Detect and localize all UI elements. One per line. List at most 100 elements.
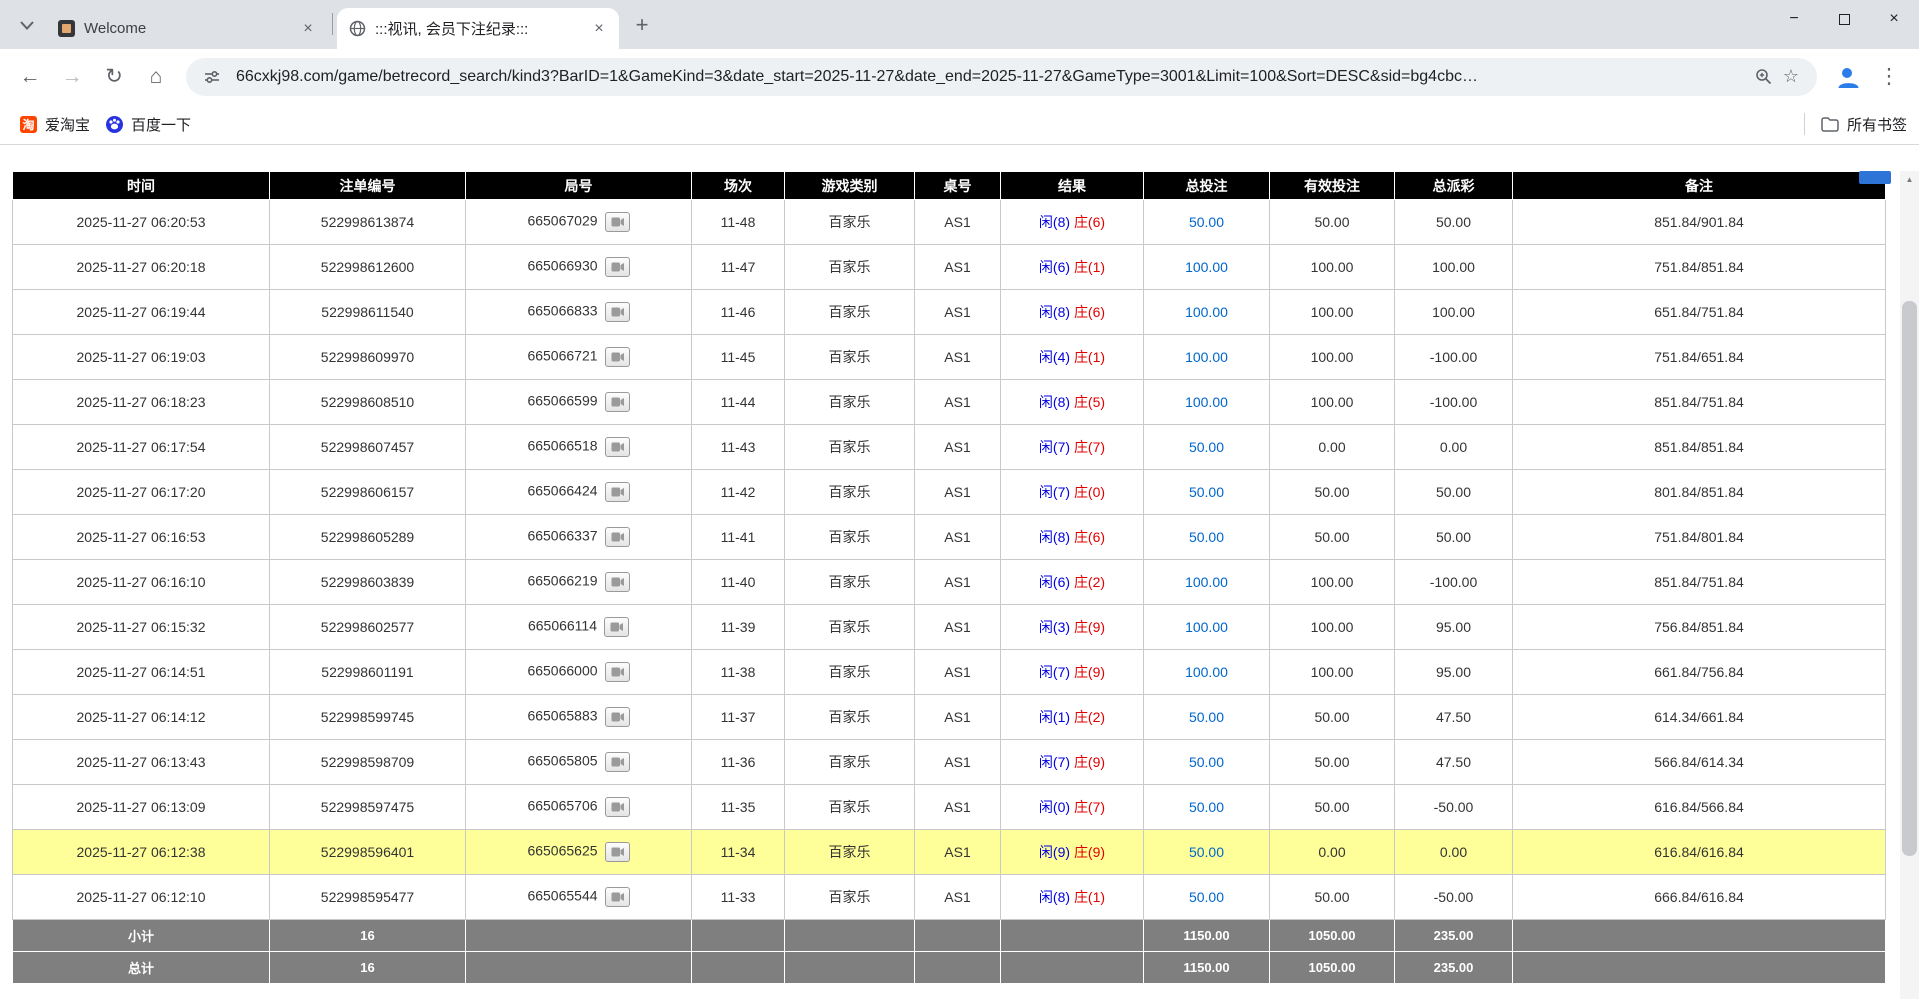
video-replay-icon[interactable] — [605, 482, 630, 502]
bookmark-star-icon[interactable]: ☆ — [1777, 63, 1805, 91]
home-button[interactable]: ⌂ — [136, 57, 176, 97]
total-bet-link[interactable]: 50.00 — [1189, 844, 1224, 860]
result-banker: 庄(2) — [1074, 574, 1105, 590]
video-replay-icon[interactable] — [605, 347, 630, 367]
result-banker: 庄(6) — [1074, 529, 1105, 545]
total-bet-link[interactable]: 100.00 — [1185, 304, 1228, 320]
tab-bet-record[interactable]: :::视讯, 会员下注纪录::: × — [337, 8, 619, 49]
menu-button[interactable]: ⋮ — [1869, 57, 1909, 97]
cell-game-type: 百家乐 — [785, 605, 915, 650]
zoom-icon[interactable] — [1749, 63, 1777, 91]
cell-remark: 851.84/851.84 — [1513, 425, 1886, 470]
forward-button[interactable]: → — [52, 57, 92, 97]
cell-game-type: 百家乐 — [785, 335, 915, 380]
total-label: 总计 — [13, 952, 270, 984]
vertical-scrollbar[interactable]: ▲ ▼ — [1900, 171, 1919, 999]
cell-result: 闲(8) 庄(6) — [1001, 290, 1144, 335]
cell-game-type: 百家乐 — [785, 830, 915, 875]
address-bar[interactable]: 66cxkj98.com/game/betrecord_search/kind3… — [186, 58, 1817, 96]
bookmark-baidu[interactable]: 百度一下 — [98, 109, 199, 139]
cell-time: 2025-11-27 06:17:54 — [13, 425, 270, 470]
cell-total-bet: 100.00 — [1144, 335, 1270, 380]
reload-button[interactable]: ↻ — [94, 57, 134, 97]
total-bet-link[interactable]: 50.00 — [1189, 529, 1224, 545]
tab-close-icon[interactable]: × — [298, 19, 318, 39]
total-bet-link[interactable]: 100.00 — [1185, 619, 1228, 635]
cell-valid-bet: 100.00 — [1270, 290, 1395, 335]
cell-table-no: AS1 — [915, 200, 1001, 245]
total-bet-link[interactable]: 100.00 — [1185, 349, 1228, 365]
col-header-time: 时间 — [13, 172, 270, 200]
video-replay-icon[interactable] — [605, 662, 630, 682]
total-bet-link[interactable]: 50.00 — [1189, 709, 1224, 725]
cell-session: 11-39 — [692, 605, 785, 650]
back-button[interactable]: ← — [10, 57, 50, 97]
cell-remark: 614.34/661.84 — [1513, 695, 1886, 740]
bookmark-taobao[interactable]: 淘 爱淘宝 — [12, 109, 98, 139]
subtotal-total-bet: 1150.00 — [1144, 920, 1270, 952]
cell-session: 11-38 — [692, 650, 785, 695]
cell-result: 闲(8) 庄(5) — [1001, 380, 1144, 425]
tab-welcome[interactable]: Welcome × — [46, 8, 328, 49]
cell-table-no: AS1 — [915, 245, 1001, 290]
total-bet-link[interactable]: 50.00 — [1189, 889, 1224, 905]
cell-session: 11-40 — [692, 560, 785, 605]
grand-total-row: 总计 16 1150.00 1050.00 235.00 — [13, 952, 1886, 984]
cell-valid-bet: 50.00 — [1270, 470, 1395, 515]
result-player: 闲(8) — [1039, 214, 1070, 230]
scrollbar-thumb[interactable] — [1902, 301, 1917, 856]
minimize-button[interactable]: − — [1769, 0, 1819, 38]
result-player: 闲(7) — [1039, 664, 1070, 680]
table-footer: 小计 16 1150.00 1050.00 235.00 总计 16 — [13, 920, 1886, 984]
video-replay-icon[interactable] — [605, 752, 630, 772]
video-replay-icon[interactable] — [605, 797, 630, 817]
total-bet-link[interactable]: 100.00 — [1185, 259, 1228, 275]
total-bet-link[interactable]: 50.00 — [1189, 484, 1224, 500]
cell-remark: 566.84/614.34 — [1513, 740, 1886, 785]
total-bet-link[interactable]: 50.00 — [1189, 799, 1224, 815]
video-replay-icon[interactable] — [605, 437, 630, 457]
total-bet-link[interactable]: 100.00 — [1185, 394, 1228, 410]
video-replay-icon[interactable] — [605, 392, 630, 412]
empty-cell — [466, 952, 692, 984]
video-replay-icon[interactable] — [604, 617, 629, 637]
empty-cell — [1513, 920, 1886, 952]
new-tab-button[interactable]: + — [627, 10, 657, 40]
video-replay-icon[interactable] — [605, 572, 630, 592]
result-player: 闲(1) — [1039, 709, 1070, 725]
video-replay-icon[interactable] — [605, 212, 630, 232]
maximize-button[interactable] — [1819, 0, 1869, 38]
video-replay-icon[interactable] — [605, 707, 630, 727]
cell-bet-id: 522998599745 — [270, 695, 466, 740]
total-bet-link[interactable]: 50.00 — [1189, 439, 1224, 455]
tab-search-button[interactable] — [12, 10, 42, 40]
site-info-icon[interactable] — [198, 63, 226, 91]
url-text[interactable]: 66cxkj98.com/game/betrecord_search/kind3… — [236, 68, 1739, 86]
tab-close-icon[interactable]: × — [589, 19, 609, 39]
video-replay-icon[interactable] — [605, 842, 630, 862]
scrollbar-up-arrow[interactable]: ▲ — [1900, 171, 1919, 188]
total-bet-link[interactable]: 100.00 — [1185, 574, 1228, 590]
total-bet-link[interactable]: 50.00 — [1189, 754, 1224, 770]
cell-valid-bet: 50.00 — [1270, 785, 1395, 830]
cell-round: 665066000 — [466, 650, 692, 695]
cell-valid-bet: 100.00 — [1270, 605, 1395, 650]
profile-button[interactable] — [1827, 57, 1867, 97]
cell-valid-bet: 50.00 — [1270, 695, 1395, 740]
video-replay-icon[interactable] — [605, 887, 630, 907]
all-bookmarks-button[interactable]: 所有书签 — [1847, 114, 1907, 135]
cell-table-no: AS1 — [915, 425, 1001, 470]
video-replay-icon[interactable] — [605, 527, 630, 547]
close-window-button[interactable]: × — [1869, 0, 1919, 38]
cell-session: 11-43 — [692, 425, 785, 470]
partial-scrolled-button[interactable] — [1859, 171, 1891, 184]
total-bet-link[interactable]: 100.00 — [1185, 664, 1228, 680]
cell-round: 665065883 — [466, 695, 692, 740]
total-bet-link[interactable]: 50.00 — [1189, 214, 1224, 230]
cell-total-bet: 50.00 — [1144, 515, 1270, 560]
cell-remark: 851.84/751.84 — [1513, 380, 1886, 425]
video-replay-icon[interactable] — [605, 302, 630, 322]
video-replay-icon[interactable] — [605, 257, 630, 277]
result-banker: 庄(6) — [1074, 214, 1105, 230]
cell-time: 2025-11-27 06:13:09 — [13, 785, 270, 830]
